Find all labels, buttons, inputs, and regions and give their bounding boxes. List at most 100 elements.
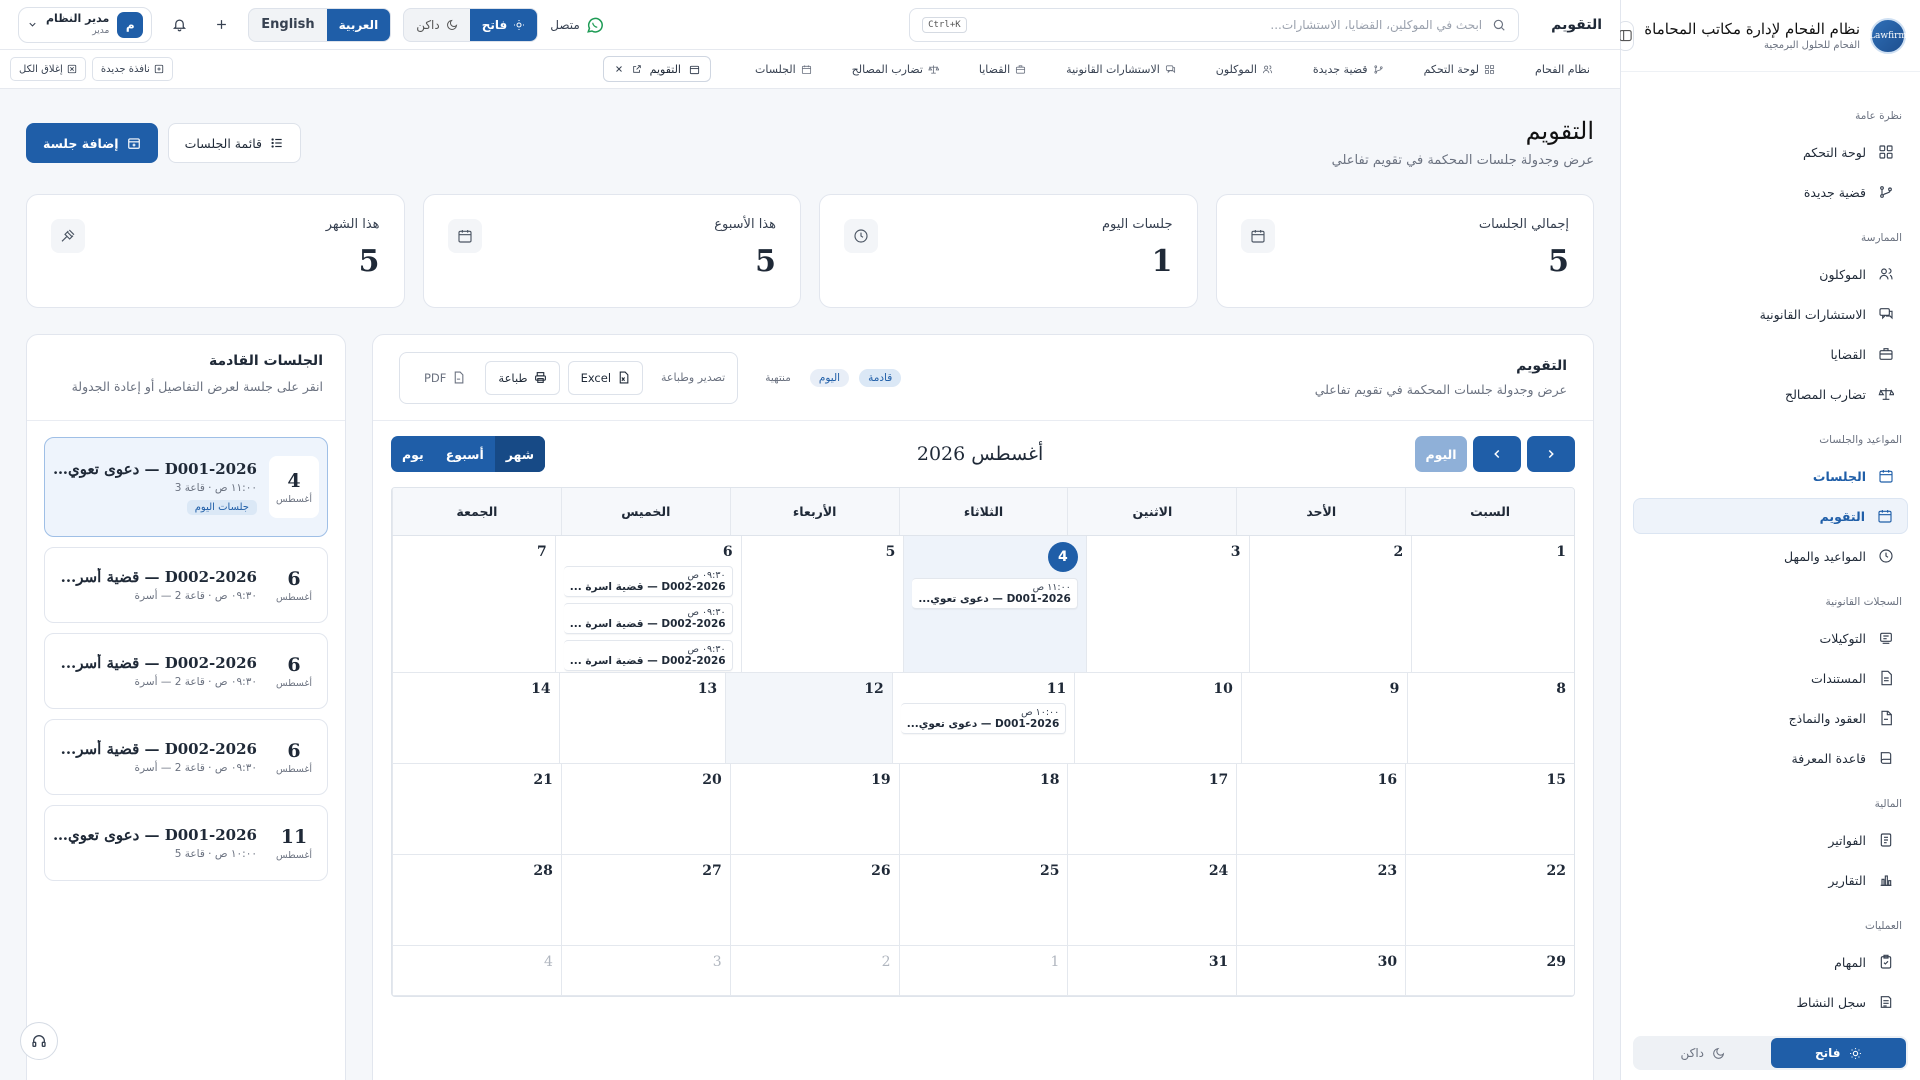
notifications-button[interactable] — [164, 10, 194, 40]
close-all-button[interactable]: إغلاق الكل — [10, 57, 86, 81]
calendar-day-cell[interactable]: 5 — [740, 536, 904, 672]
calendar-day-cell[interactable]: 9 — [1240, 673, 1408, 763]
quick-link[interactable]: تضارب المصالح — [832, 63, 959, 76]
sessions-list-button[interactable]: قائمة الجلسات — [167, 123, 301, 163]
sidebar-theme-dark-button[interactable]: داكن — [1635, 1038, 1771, 1068]
sidebar-item[interactable]: القضايا — [1633, 336, 1908, 372]
calendar-day-cell[interactable]: 20 — [560, 764, 730, 854]
calendar-event[interactable]: ٠٩:٣٠ ص D002-2026 — قضية اسرة ... — [563, 640, 733, 671]
calendar-day-cell[interactable]: 12 — [725, 673, 892, 763]
calendar-day-cell[interactable]: 15 — [1405, 764, 1574, 854]
upcoming-session-item[interactable]: 6 أغسطس D002-2026 — قضية أسر... ٠٩:٣٠ ص · … — [44, 633, 328, 709]
view-week-button[interactable]: أسبوع — [435, 436, 495, 472]
lang-arabic-button[interactable]: العربية — [326, 8, 391, 41]
quick-link[interactable]: الجلسات — [735, 63, 832, 76]
calendar-event[interactable]: ٠٩:٣٠ ص D002-2026 — قضية اسرة ... — [563, 603, 733, 634]
quick-link[interactable]: نظام الفحام — [1515, 63, 1610, 76]
calendar-day-cell[interactable]: 23 — [1236, 855, 1405, 945]
sidebar-item[interactable]: لوحة التحكم — [1633, 134, 1908, 170]
calendar-day-cell[interactable]: 3 — [560, 946, 730, 995]
add-session-button[interactable]: إضافة جلسة — [26, 123, 158, 163]
theme-dark-button[interactable]: داكن — [404, 9, 470, 41]
export-excel-button[interactable]: Excel — [567, 360, 644, 395]
user-menu[interactable]: م مدير النظام مدير — [18, 6, 153, 43]
calendar-day-cell[interactable]: 11 ١٠:٠٠ ص D001-2026 — دعوى تعوي... — [891, 673, 1075, 763]
calendar-day-cell[interactable]: 6 ٠٩:٣٠ ص D002-2026 — قضية اسرة ... ٠٩:٣٠ ص… — [554, 536, 741, 672]
quick-link[interactable]: الاستشارات القانونية — [1046, 63, 1196, 76]
external-link-icon[interactable] — [632, 64, 642, 74]
calendar-day-cell[interactable]: 27 — [560, 855, 730, 945]
calendar-day-cell[interactable]: 25 — [898, 855, 1068, 945]
calendar-day-cell[interactable]: 18 — [898, 764, 1068, 854]
new-window-button[interactable]: نافذة جديدة — [91, 57, 173, 81]
sidebar-theme-light-button[interactable]: فاتح — [1770, 1038, 1906, 1068]
quick-link[interactable]: الموكلون — [1196, 63, 1293, 76]
sidebar-item[interactable]: التوكيلات — [1633, 620, 1908, 656]
quick-link[interactable]: القضايا — [959, 63, 1046, 76]
search-input[interactable]: ابحث في الموكلين، القضايا، الاستشارات...… — [909, 7, 1520, 42]
calendar-day-cell[interactable]: 26 — [729, 855, 899, 945]
sidebar-item-label: لوحة التحكم — [1802, 144, 1866, 160]
sidebar-item[interactable]: سجل النشاط — [1633, 984, 1908, 1020]
add-button[interactable] — [206, 10, 236, 40]
sidebar-item[interactable]: المستندات — [1633, 660, 1908, 696]
calendar-day-cell[interactable]: 3 — [1085, 536, 1249, 672]
lang-english-button[interactable]: English — [249, 9, 326, 41]
sidebar-item[interactable]: الفواتير — [1633, 822, 1908, 858]
calendar-day-cell[interactable]: 24 — [1067, 855, 1236, 945]
sidebar-item[interactable]: الجلسات — [1633, 458, 1908, 494]
sidebar-item[interactable]: الاستشارات القانونية — [1633, 296, 1908, 332]
brand-logo[interactable]: Lawfirm — [1869, 17, 1907, 54]
sidebar-item[interactable]: التقارير — [1633, 862, 1908, 898]
calendar-day-cell[interactable]: 13 — [558, 673, 726, 763]
quick-link[interactable]: لوحة التحكم — [1404, 63, 1515, 76]
calendar-day-cell[interactable]: 8 — [1407, 673, 1574, 763]
calendar-event[interactable]: ١٠:٠٠ ص D001-2026 — دعوى تعوي... — [900, 703, 1067, 734]
close-icon[interactable] — [614, 64, 624, 74]
calendar-day-cell[interactable]: 1 — [898, 946, 1068, 995]
calendar-day-cell[interactable]: 30 — [1236, 946, 1405, 995]
calendar-day-cell[interactable]: 16 — [1236, 764, 1405, 854]
calendar-day-cell[interactable]: 31 — [1067, 946, 1236, 995]
export-pdf-button[interactable]: PDF — [412, 361, 477, 395]
open-tab-calendar[interactable]: التقويم — [602, 56, 711, 82]
prev-month-button[interactable] — [1473, 436, 1521, 472]
calendar-day-cell[interactable]: 14 — [392, 673, 559, 763]
today-button[interactable]: اليوم — [1415, 436, 1467, 472]
next-month-button[interactable] — [1527, 436, 1575, 472]
upcoming-session-item[interactable]: 6 أغسطس D002-2026 — قضية أسر... ٠٩:٣٠ ص · … — [44, 719, 328, 795]
sidebar-item[interactable]: قاعدة المعرفة — [1633, 740, 1908, 776]
print-button[interactable]: طباعة — [485, 360, 560, 395]
quick-link[interactable]: قضية جديدة — [1293, 63, 1404, 76]
sidebar-item[interactable]: العقود والنماذج — [1633, 700, 1908, 736]
theme-light-button[interactable]: فاتح — [469, 8, 538, 41]
calendar-day-cell[interactable]: 10 — [1074, 673, 1241, 763]
calendar-day-cell[interactable]: 29 — [1405, 946, 1574, 995]
upcoming-session-item[interactable]: 4 أغسطس D001-2026 — دعوى تعوي... ١١:٠٠ ص ·… — [44, 437, 328, 537]
sidebar-item[interactable]: قضية جديدة — [1633, 174, 1908, 210]
sidebar-item[interactable]: الموكلون — [1633, 256, 1908, 292]
calendar-day-cell[interactable]: 21 — [392, 764, 561, 854]
calendar-event[interactable]: ١١:٠٠ ص D001-2026 — دعوى تعوي... — [912, 578, 1078, 609]
calendar-day-cell[interactable]: 4 — [392, 946, 561, 995]
calendar-day-cell[interactable]: 22 — [1405, 855, 1574, 945]
calendar-day-cell[interactable]: 28 — [392, 855, 561, 945]
sidebar-item[interactable]: المهام — [1633, 944, 1908, 980]
upcoming-session-item[interactable]: 11 أغسطس D001-2026 — دعوى تعوي... ١٠:٠٠ ص … — [44, 805, 328, 881]
calendar-day-cell[interactable]: 2 — [1248, 536, 1412, 672]
upcoming-session-item[interactable]: 6 أغسطس D002-2026 — قضية أسر... ٠٩:٣٠ ص · … — [44, 547, 328, 623]
sidebar-item[interactable]: التقويم — [1633, 498, 1908, 534]
calendar-day-cell[interactable]: 4 ١١:٠٠ ص D001-2026 — دعوى تعوي... — [903, 536, 1086, 672]
support-button[interactable] — [20, 1022, 58, 1060]
calendar-day-cell[interactable]: 17 — [1067, 764, 1236, 854]
calendar-day-cell[interactable]: 7 — [392, 536, 555, 672]
view-day-button[interactable]: يوم — [391, 436, 435, 472]
calendar-day-cell[interactable]: 1 — [1411, 536, 1574, 672]
calendar-day-cell[interactable]: 19 — [729, 764, 899, 854]
sidebar-item[interactable]: المواعيد والمهل — [1633, 538, 1908, 574]
calendar-day-cell[interactable]: 2 — [729, 946, 899, 995]
view-month-button[interactable]: شهر — [494, 436, 546, 472]
sidebar-item[interactable]: تضارب المصالح — [1633, 376, 1908, 412]
sidebar-item-label: التقويم — [1819, 508, 1865, 524]
calendar-event[interactable]: ٠٩:٣٠ ص D002-2026 — قضية اسرة ... — [563, 566, 733, 597]
